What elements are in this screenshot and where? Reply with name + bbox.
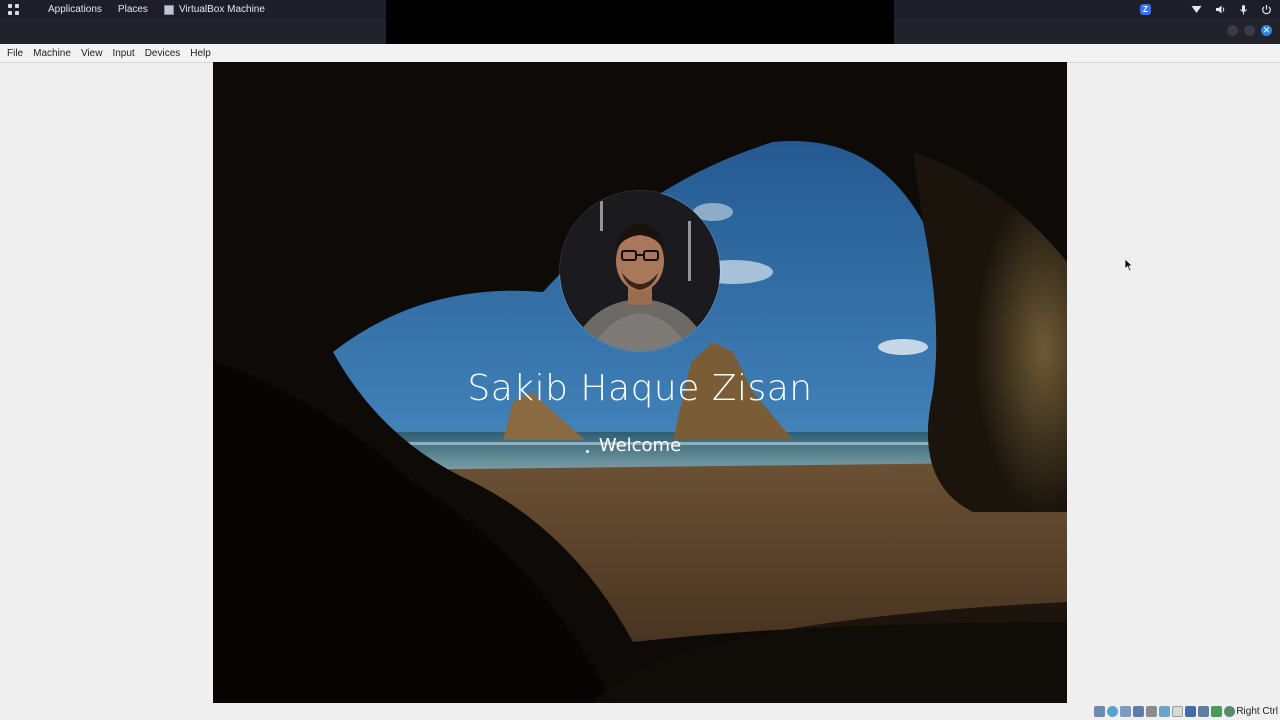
close-button[interactable]: ✕	[1261, 25, 1272, 36]
menu-input[interactable]: Input	[107, 48, 139, 59]
places-menu[interactable]: Places	[110, 0, 156, 19]
mouse-integration-icon[interactable]	[1211, 706, 1222, 717]
applications-label: Applications	[48, 4, 102, 15]
places-label: Places	[117, 4, 148, 15]
host-key-label: Right Ctrl	[1236, 706, 1278, 717]
guest-display[interactable]: Sakib Haque Zisan Welcome	[213, 62, 1067, 703]
wifi-icon[interactable]	[1191, 4, 1202, 15]
window-title: VirtualBox Machine	[178, 4, 265, 15]
volume-icon[interactable]	[1215, 4, 1226, 15]
window-controls: ✕	[1227, 25, 1272, 36]
optical-drive-icon[interactable]	[1107, 706, 1118, 717]
menu-machine[interactable]: Machine	[28, 48, 76, 59]
shared-folders-icon[interactable]	[1159, 706, 1170, 717]
keyboard-icon[interactable]	[1224, 706, 1235, 717]
system-tray: Z	[1140, 0, 1272, 19]
network-icon[interactable]	[1133, 706, 1144, 717]
maximize-button[interactable]	[1244, 25, 1255, 36]
vm-menubar: File Machine View Input Devices Help	[0, 44, 1280, 63]
usb-icon[interactable]	[1146, 706, 1157, 717]
apps-grid-icon[interactable]	[8, 3, 20, 16]
audio-icon[interactable]	[1120, 706, 1131, 717]
menu-help[interactable]: Help	[185, 48, 216, 59]
display-icon[interactable]	[1172, 706, 1183, 717]
applications-menu[interactable]: Applications	[40, 0, 110, 19]
z-badge-icon[interactable]: Z	[1140, 4, 1151, 15]
close-icon: ✕	[1262, 25, 1271, 35]
user-avatar	[560, 191, 720, 351]
avatar-image	[560, 191, 720, 351]
virtualbox-icon	[163, 4, 174, 15]
recording-icon[interactable]	[1185, 706, 1196, 717]
menu-file[interactable]: File	[0, 48, 28, 59]
hard-disk-icon[interactable]	[1094, 706, 1105, 717]
menu-devices[interactable]: Devices	[140, 48, 186, 59]
cpu-icon[interactable]	[1198, 706, 1209, 717]
active-window-indicator[interactable]: VirtualBox Machine	[156, 0, 273, 19]
menu-view[interactable]: View	[76, 48, 108, 59]
minimize-button[interactable]	[1227, 25, 1238, 36]
user-name: Sakib Haque Zisan	[467, 368, 813, 409]
login-status-text: Welcome	[598, 435, 682, 456]
device-status-icons	[1094, 706, 1235, 717]
microphone-icon[interactable]	[1239, 4, 1248, 15]
power-icon[interactable]	[1261, 4, 1272, 15]
vm-statusbar: Right Ctrl	[0, 703, 1280, 720]
black-overlay	[386, 0, 894, 44]
mouse-cursor-icon	[1124, 258, 1134, 272]
